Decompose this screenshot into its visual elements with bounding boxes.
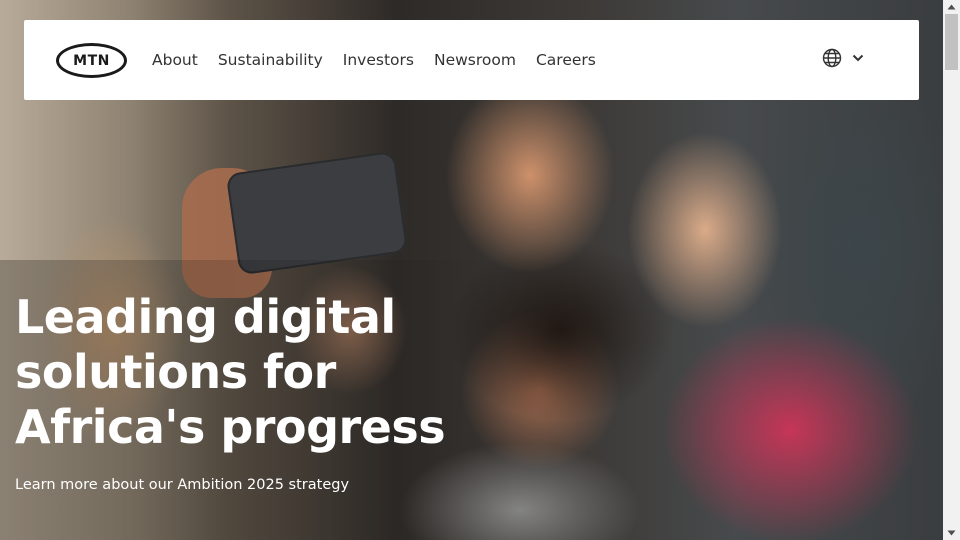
- nav-item-about[interactable]: About: [152, 51, 198, 69]
- hero-phone: [225, 150, 409, 276]
- headline-line-3: Africa's progress: [15, 400, 446, 454]
- globe-icon: [822, 48, 842, 68]
- logo-text: MTN: [73, 52, 110, 69]
- scroll-thumb[interactable]: [945, 14, 958, 70]
- nav-item-careers[interactable]: Careers: [536, 51, 596, 69]
- main-nav: About Sustainability Investors Newsroom …: [152, 20, 596, 100]
- headline-line-1: Leading digital: [15, 290, 396, 344]
- mtn-logo[interactable]: MTN: [56, 43, 127, 78]
- language-selector[interactable]: [822, 47, 864, 69]
- nav-item-sustainability[interactable]: Sustainability: [218, 51, 323, 69]
- nav-item-investors[interactable]: Investors: [343, 51, 414, 69]
- ambition-2025-link[interactable]: Learn more about our Ambition 2025 strat…: [15, 477, 349, 493]
- hero-headline: Leading digital solutions for Africa's p…: [15, 290, 535, 455]
- scroll-down-arrow-icon[interactable]: [943, 526, 960, 540]
- site-header: MTN About Sustainability Investors Newsr…: [24, 20, 919, 100]
- vertical-scrollbar[interactable]: [943, 0, 960, 540]
- chevron-down-icon: [852, 53, 864, 63]
- headline-line-2: solutions for: [15, 345, 336, 399]
- nav-item-newsroom[interactable]: Newsroom: [434, 51, 516, 69]
- scroll-up-arrow-icon[interactable]: [943, 0, 960, 14]
